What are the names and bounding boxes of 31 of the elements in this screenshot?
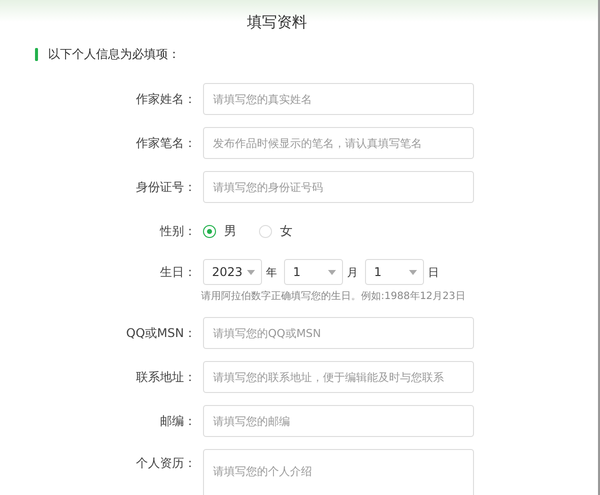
section-heading: 以下个人信息为必填项： — [48, 46, 180, 63]
field-label: 联系地址： — [135, 368, 196, 386]
caret-icon — [328, 270, 336, 274]
page-title: 填写资料 — [246, 12, 308, 33]
dropdown[interactable]: 1 — [365, 259, 424, 285]
unit-label: 年 — [266, 264, 277, 280]
text-area[interactable]: 请填写您的个人介绍 — [203, 449, 474, 495]
input-field[interactable]: 请填写您的邮编 — [203, 405, 474, 437]
field-label: 作家姓名： — [135, 90, 196, 108]
input-field[interactable]: 请填写您的身份证号码 — [203, 171, 474, 203]
hint-text: 请用阿拉伯数字正确填写您的生日。例如:1988年12月23日 — [201, 290, 466, 303]
input-field[interactable]: 请填写您的联系地址，便于编辑能及时与您联系 — [203, 361, 474, 393]
unit-label: 月 — [347, 264, 358, 280]
accent-bar — [35, 48, 38, 61]
field-label: 性别： — [158, 222, 196, 240]
field-label: 邮编： — [159, 412, 196, 430]
radio-option[interactable]: 女 — [259, 222, 293, 240]
dropdown[interactable]: 2023 — [203, 259, 262, 285]
caret-icon — [247, 270, 255, 274]
dropdown[interactable]: 1 — [284, 259, 343, 285]
caret-icon — [409, 270, 417, 274]
field-label: QQ或MSN： — [125, 324, 196, 342]
field-label: 个人资历： — [135, 455, 196, 472]
input-field[interactable]: 发布作品时候显示的笔名，请认真填写笔名 — [203, 127, 474, 159]
input-field[interactable]: 请填写您的真实姓名 — [203, 83, 474, 115]
field-label: 作家笔名： — [135, 134, 196, 152]
field-label: 身份证号： — [135, 178, 196, 196]
field-label: 生日： — [159, 264, 196, 280]
input-field[interactable]: 请填写您的QQ或MSN — [203, 317, 474, 349]
unit-label: 日 — [428, 264, 439, 280]
radio-option[interactable]: 男 — [203, 222, 237, 240]
